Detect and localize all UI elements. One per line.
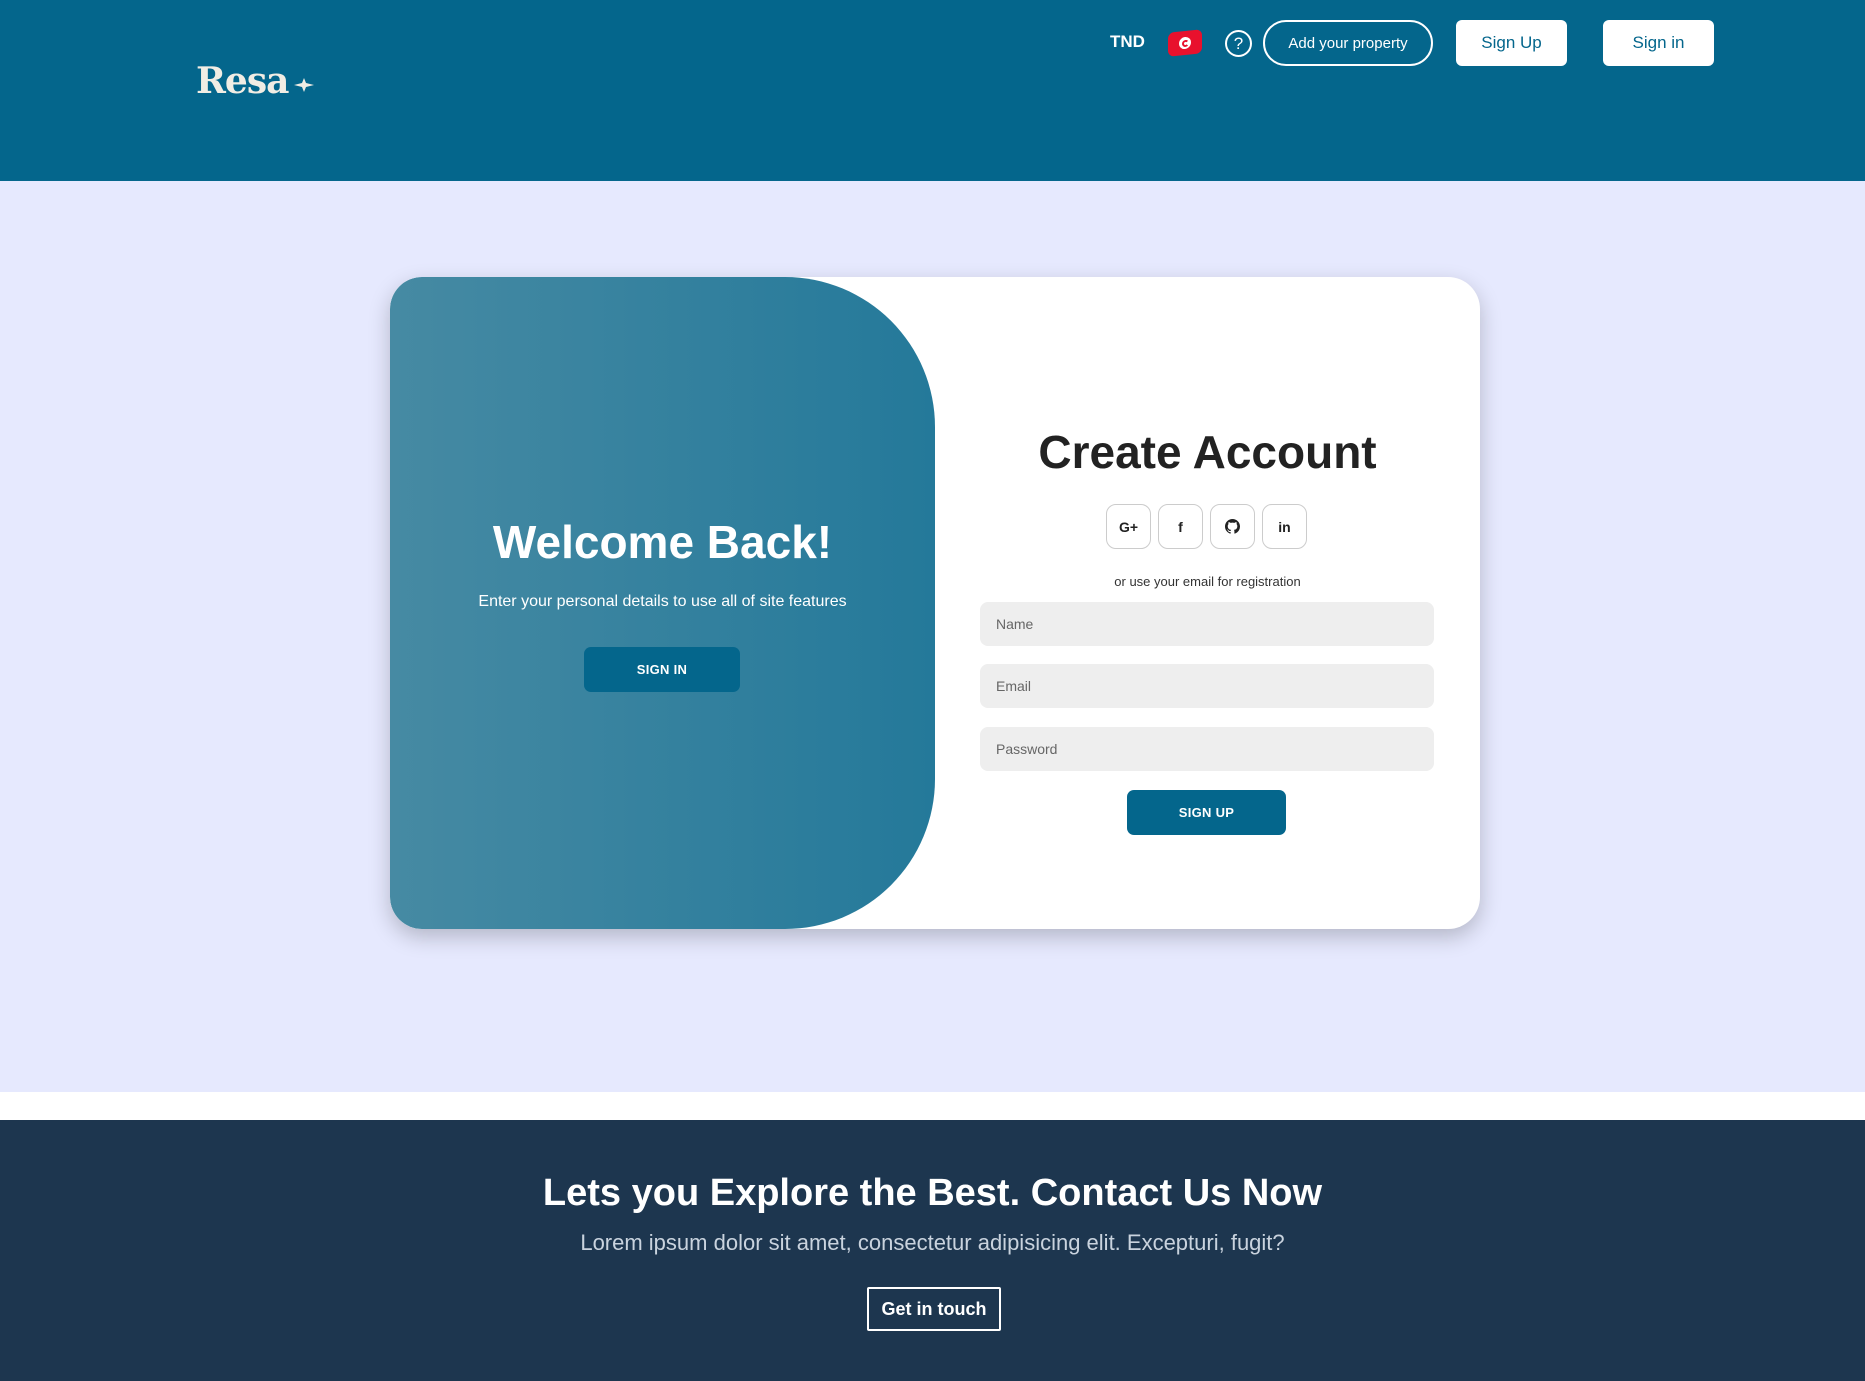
- social-login-buttons: G+ f in: [1106, 504, 1307, 549]
- welcome-title: Welcome Back!: [492, 516, 833, 568]
- registration-hint: or use your email for registration: [1114, 574, 1301, 589]
- facebook-icon[interactable]: f: [1158, 504, 1203, 549]
- email-field[interactable]: [980, 664, 1434, 708]
- currency-selector[interactable]: TND: [1110, 32, 1145, 52]
- github-icon[interactable]: [1210, 504, 1255, 549]
- password-field[interactable]: [980, 727, 1434, 771]
- add-property-button[interactable]: Add your property: [1263, 20, 1433, 66]
- footer-title: Lets you Explore the Best. Contact Us No…: [542, 1172, 1323, 1214]
- google-plus-icon[interactable]: G+: [1106, 504, 1151, 549]
- create-account-title: Create Account: [1038, 426, 1377, 478]
- get-in-touch-button[interactable]: Get in touch: [867, 1287, 1001, 1331]
- welcome-panel: Welcome Back! Enter your personal detail…: [390, 277, 935, 929]
- form-sign-up-button[interactable]: SIGN UP: [1127, 790, 1286, 835]
- logo-star-icon: [294, 78, 315, 92]
- linkedin-icon[interactable]: in: [1262, 504, 1307, 549]
- help-icon[interactable]: ?: [1225, 30, 1252, 57]
- sign-up-button[interactable]: Sign Up: [1456, 20, 1567, 66]
- sign-in-button[interactable]: Sign in: [1603, 20, 1714, 66]
- tunisia-flag-icon[interactable]: [1168, 29, 1202, 57]
- logo-text: Resa: [196, 60, 289, 102]
- welcome-subtitle: Enter your personal details to use all o…: [478, 593, 847, 610]
- panel-sign-in-button[interactable]: SIGN IN: [584, 647, 740, 692]
- resa-logo[interactable]: Resa: [196, 60, 315, 102]
- top-header: Resa TND ? Add your property Sign Up Sig…: [0, 0, 1865, 181]
- footer-subtitle: Lorem ipsum dolor sit amet, consectetur …: [580, 1230, 1285, 1255]
- contact-footer: Lets you Explore the Best. Contact Us No…: [0, 1120, 1865, 1381]
- footer-divider: [0, 1092, 1865, 1120]
- flag-emblem: [1179, 36, 1191, 50]
- auth-card: Welcome Back! Enter your personal detail…: [390, 277, 1480, 929]
- name-field[interactable]: [980, 602, 1434, 646]
